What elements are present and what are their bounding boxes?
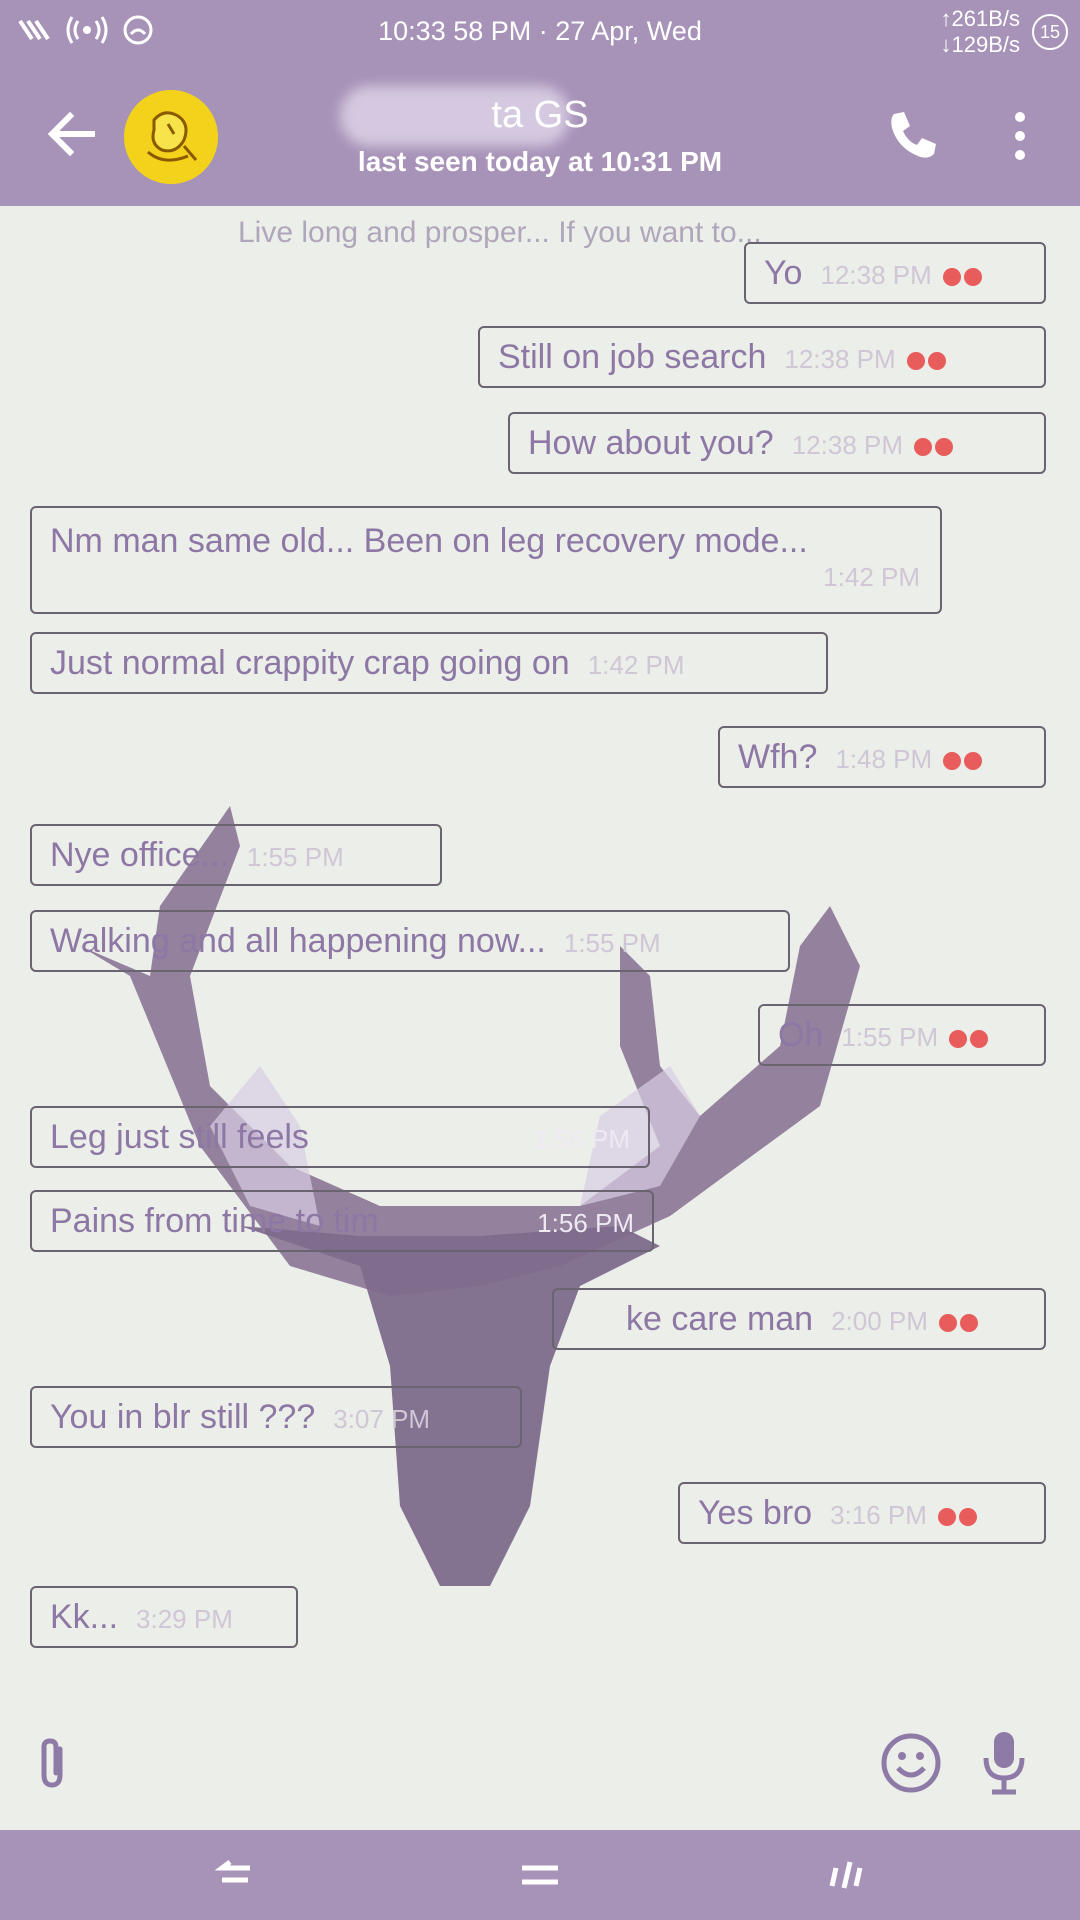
message-time: 1:42 PM bbox=[587, 650, 685, 680]
read-ticks-icon bbox=[904, 340, 946, 379]
nav-home-button[interactable] bbox=[518, 1858, 562, 1892]
nav-recents-icon bbox=[829, 1861, 863, 1889]
message-bubble[interactable]: You in blr still ??? 3:07 PM bbox=[30, 1386, 522, 1448]
message-text: How about you? bbox=[528, 424, 774, 462]
read-ticks-icon bbox=[911, 426, 954, 465]
message-text: Nm man same old... Been on leg recovery … bbox=[50, 522, 808, 560]
message-time: 1:55 PM bbox=[841, 1022, 939, 1052]
microphone-icon bbox=[983, 1732, 1025, 1795]
message-time: 1:56 PM bbox=[533, 1124, 630, 1154]
message-text: ke care man bbox=[626, 1300, 814, 1338]
more-options-button[interactable] bbox=[1008, 110, 1032, 162]
message-text: Just normal crappity crap going on bbox=[50, 644, 570, 682]
download-speed: ↓129B/s bbox=[940, 32, 1021, 57]
message-time: 1:48 PM bbox=[835, 744, 933, 774]
message-bubble[interactable]: Yo 12:38 PM bbox=[744, 242, 1046, 304]
message-text: Oh bbox=[778, 1016, 824, 1054]
read-ticks-icon bbox=[940, 740, 983, 779]
message-time: 3:29 PM bbox=[136, 1604, 233, 1634]
message-bubble[interactable]: Yes bro 3:16 PM bbox=[678, 1482, 1046, 1544]
message-bubble[interactable]: How about you? 12:38 PM bbox=[508, 412, 1046, 474]
nav-recents-button[interactable] bbox=[824, 1856, 868, 1894]
more-vert-icon bbox=[1015, 112, 1025, 160]
message-text: Still on job search bbox=[498, 338, 767, 376]
message-time: 12:38 PM bbox=[784, 344, 896, 374]
message-bubble[interactable]: Kk... 3:29 PM bbox=[30, 1586, 298, 1648]
message-time: 1:42 PM bbox=[823, 562, 920, 592]
nav-home-icon bbox=[522, 1865, 558, 1885]
partial-message: Live long and prosper... If you want to.… bbox=[238, 216, 762, 249]
chat-area[interactable]: Live long and prosper... If you want to.… bbox=[0, 206, 1080, 1826]
message-text: Walking and all happening now... bbox=[50, 922, 546, 960]
read-ticks-icon bbox=[940, 256, 982, 295]
status-bar: 10:33 58 PM · 27 Apr, Wed ↑261B/s ↓129B/… bbox=[0, 0, 1080, 64]
message-time: 12:38 PM bbox=[791, 430, 904, 460]
call-button[interactable] bbox=[884, 108, 940, 164]
system-nav-bar bbox=[0, 1830, 1080, 1920]
message-bubble[interactable]: ke care man 2:00 PM bbox=[552, 1288, 1046, 1350]
message-text: Yes bro bbox=[698, 1494, 813, 1532]
message-bubble[interactable]: Nye office... 1:55 PM bbox=[30, 824, 442, 886]
message-bubble[interactable]: Still on job search 12:38 PM bbox=[478, 326, 1046, 388]
message-time: 3:16 PM bbox=[830, 1500, 927, 1530]
message-bubble[interactable]: Nm man same old... Been on leg recovery … bbox=[30, 506, 942, 614]
network-speed: ↑261B/s ↓129B/s bbox=[941, 6, 1021, 58]
message-text: Yo bbox=[764, 254, 803, 292]
read-ticks-icon bbox=[946, 1018, 989, 1057]
nav-back-button[interactable] bbox=[212, 1858, 256, 1892]
message-time: 1:55 PM bbox=[563, 928, 661, 958]
message-time: 1:55 PM bbox=[246, 842, 344, 872]
battery-indicator: 15 bbox=[1032, 14, 1068, 50]
read-ticks-icon bbox=[936, 1302, 978, 1341]
status-datetime: 10:33 58 PM · 27 Apr, Wed bbox=[378, 16, 702, 46]
emoji-button[interactable] bbox=[878, 1730, 944, 1796]
message-time: 3:07 PM bbox=[333, 1404, 431, 1434]
message-bubble[interactable]: Wfh? 1:48 PM bbox=[718, 726, 1046, 788]
message-time: 1:56 PM bbox=[537, 1208, 634, 1238]
message-input-bar bbox=[0, 1700, 1080, 1830]
voice-record-button[interactable] bbox=[978, 1728, 1030, 1798]
message-text: You in blr still ??? bbox=[50, 1398, 316, 1436]
paperclip-icon bbox=[41, 1738, 63, 1788]
message-bubble[interactable]: Pains from time to tim 1:56 PM bbox=[30, 1190, 654, 1252]
message-bubble[interactable]: Leg just still feels 1:56 PM bbox=[30, 1106, 650, 1168]
nav-back-icon bbox=[214, 1860, 250, 1883]
message-text: Kk... bbox=[50, 1598, 119, 1636]
message-text: Leg just still feels bbox=[50, 1118, 309, 1156]
read-ticks-icon bbox=[935, 1496, 977, 1535]
upload-speed: ↑261B/s bbox=[940, 6, 1021, 31]
message-text: Pains from time to tim bbox=[50, 1202, 379, 1240]
chat-header: ta GS last seen today at 10:31 PM bbox=[0, 64, 1080, 206]
attach-button[interactable] bbox=[30, 1735, 74, 1791]
message-text: Nye office... bbox=[50, 836, 229, 874]
message-time: 2:00 PM bbox=[831, 1306, 928, 1336]
phone-icon bbox=[891, 112, 936, 158]
smiley-icon bbox=[881, 1733, 941, 1793]
message-bubble[interactable]: Oh 1:55 PM bbox=[758, 1004, 1046, 1066]
message-bubble[interactable]: Walking and all happening now... 1:55 PM bbox=[30, 910, 790, 972]
message-bubble[interactable]: Just normal crappity crap going on 1:42 P… bbox=[30, 632, 828, 694]
message-time: 12:38 PM bbox=[820, 260, 932, 290]
message-text: Wfh? bbox=[738, 738, 818, 776]
